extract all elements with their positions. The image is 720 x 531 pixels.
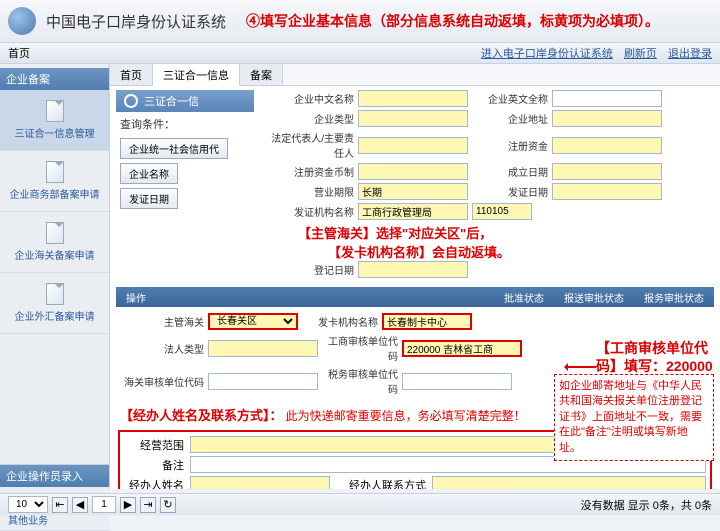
pager-prev[interactable]: ◀ — [72, 497, 88, 513]
pager-first[interactable]: ⇤ — [52, 497, 68, 513]
card-org-field[interactable] — [382, 313, 472, 330]
doc-icon — [46, 100, 64, 122]
pager-next[interactable]: ▶ — [120, 497, 136, 513]
cust-review-field[interactable] — [208, 373, 318, 390]
anno-customs: 【主管海关】选择"对应关区"后， — [298, 223, 712, 242]
handler-name-field[interactable] — [190, 476, 330, 489]
sidebar-item-customs[interactable]: 企业海关备案申请 — [0, 212, 109, 273]
top-nav: 首页 进入电子口岸身份认证系统 刷新页 退出登录 — [0, 42, 720, 64]
btn-ent-name[interactable]: 企业名称 — [120, 163, 178, 184]
handler-contact-field[interactable] — [432, 476, 706, 489]
anno-addr-note: 如企业邮寄地址与《中华人民共和国海关报关单位注册登记证书》上面地址不一致，需要在… — [554, 374, 714, 461]
doc-icon — [46, 161, 64, 183]
biz-review-field[interactable] — [402, 340, 522, 357]
btn-credit-code[interactable]: 企业统一社会信用代 — [120, 138, 228, 159]
sidebar-header: 企业备案 — [0, 68, 109, 90]
cn-name-field[interactable] — [358, 90, 468, 107]
op-bar: 操作 批准状态 报送审批状态 报务审批状态 — [116, 287, 714, 307]
doc-icon — [46, 222, 64, 244]
opbar-t2[interactable]: 报送审批状态 — [554, 288, 634, 307]
section-header: 三证合一信 — [116, 90, 254, 112]
pager-refresh[interactable]: ↻ — [160, 497, 176, 513]
en-name-field[interactable] — [552, 90, 662, 107]
anno-mail-tip: 此为快递邮寄重要信息，务必填写清楚完整！ — [286, 409, 526, 423]
footer-status: 没有数据 显示 0条，共 0条 — [581, 497, 712, 513]
instruction-4: ④填写企业基本信息（部分信息系统自动返填，标黄项为必填项）。 — [246, 12, 659, 30]
sidebar2-header[interactable]: 企业操作员录入 — [0, 465, 109, 487]
nav-refresh[interactable]: 刷新页 — [624, 48, 657, 60]
regcap-cur-field[interactable] — [358, 163, 468, 180]
issue-org-field[interactable] — [358, 203, 468, 220]
tax-review-field[interactable] — [402, 373, 512, 390]
tab-cert-info[interactable]: 三证合一信息 — [153, 64, 240, 86]
pagesize-select[interactable]: 10 — [8, 496, 48, 513]
legal-type-field[interactable] — [208, 340, 318, 357]
type-field[interactable] — [358, 110, 468, 127]
nav-system-link[interactable]: 进入电子口岸身份认证系统 — [481, 48, 613, 60]
anno-card: 【发卡机构名称】会自动返填。 — [328, 242, 712, 261]
opbar-op[interactable]: 操作 — [116, 288, 156, 307]
btn-issue-date[interactable]: 发证日期 — [120, 188, 178, 209]
opbar-t3[interactable]: 报务审批状态 — [634, 288, 714, 307]
sidebar-item-forex[interactable]: 企业外汇备案申请 — [0, 273, 109, 334]
est-date-field[interactable] — [552, 163, 662, 180]
addr-field[interactable] — [552, 110, 662, 127]
legal-field[interactable] — [358, 137, 468, 154]
bizterm-field[interactable] — [358, 183, 468, 200]
anno-code: 【工商审核单位代码】填写：220000 — [596, 339, 716, 375]
tab-record[interactable]: 备案 — [240, 64, 283, 85]
nav-logout[interactable]: 退出登录 — [668, 48, 712, 60]
pager-last[interactable]: ⇥ — [140, 497, 156, 513]
logo — [8, 7, 36, 35]
customs-select[interactable]: 长春关区 — [208, 313, 298, 330]
regcap-field[interactable] — [552, 137, 662, 154]
reg-date-field[interactable] — [358, 261, 468, 278]
nav-home[interactable]: 首页 — [8, 45, 30, 61]
tab-home[interactable]: 首页 — [110, 64, 153, 85]
opbar-t1[interactable]: 批准状态 — [494, 288, 554, 307]
footer: 10 ⇤ ◀ ▶ ⇥ ↻ 没有数据 显示 0条，共 0条 — [0, 493, 720, 515]
pager-page[interactable] — [92, 496, 116, 513]
sidebar-item-commerce[interactable]: 企业商务部备案申请 — [0, 151, 109, 212]
tabs: 首页 三证合一信息 备案 — [110, 64, 720, 86]
issue-date-field[interactable] — [552, 183, 662, 200]
admin-code-field[interactable] — [472, 203, 532, 220]
query-label: 查询条件： — [110, 112, 260, 136]
anno-mail-label: 【经办人姓名及联系方式】： — [120, 408, 283, 423]
app-title: 中国电子口岸身份认证系统 — [46, 11, 226, 32]
sidebar-item-cert[interactable]: 三证合一信息管理 — [0, 90, 109, 151]
doc-icon — [46, 283, 64, 305]
